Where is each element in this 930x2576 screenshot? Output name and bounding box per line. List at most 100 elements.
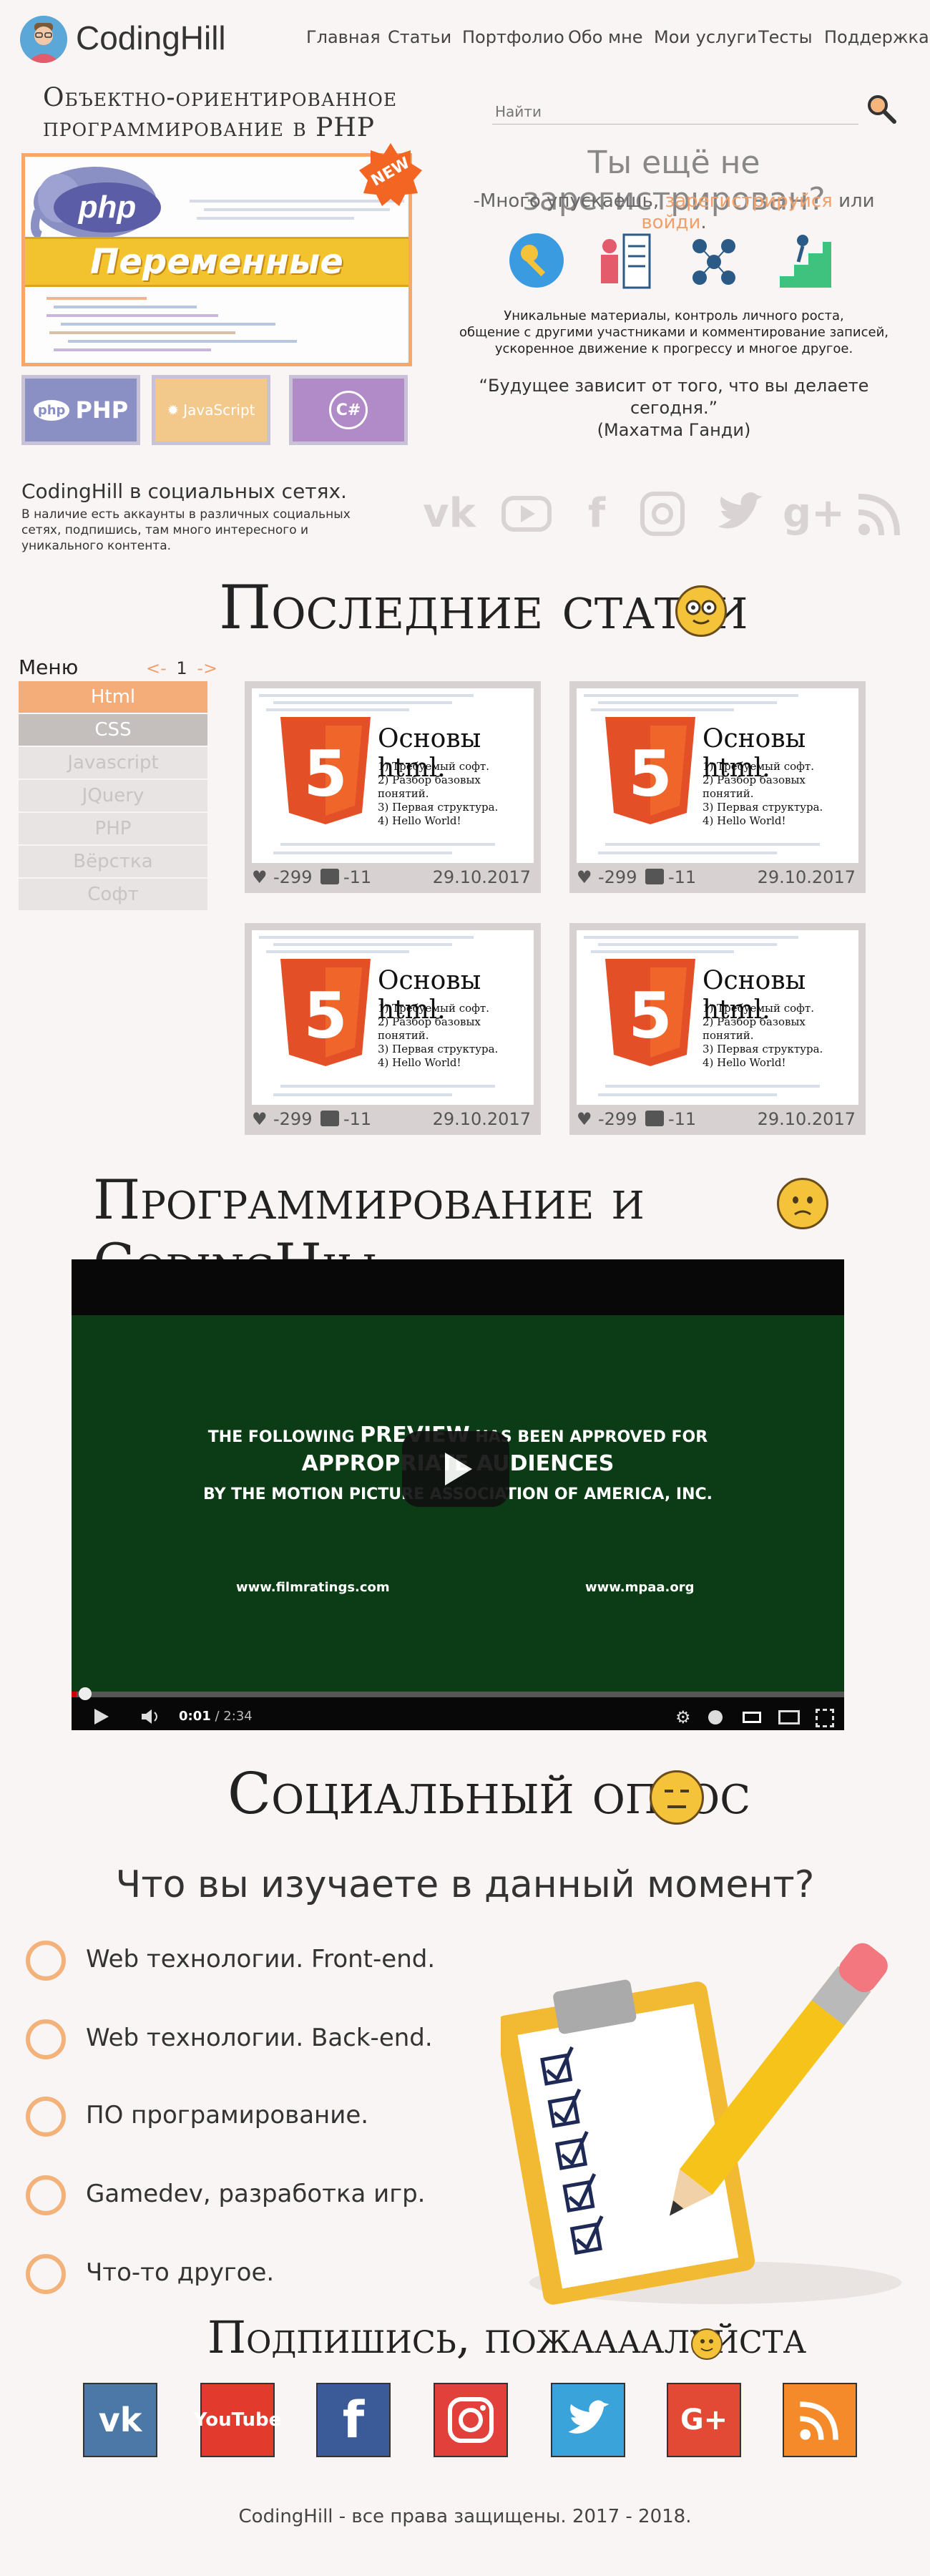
video-url-left: www.filmratings.com [236,1580,390,1595]
svg-text:5: 5 [303,979,347,1053]
volume-icon[interactable] [140,1709,162,1724]
vk-icon[interactable]: vk [422,487,476,541]
lang-php-button[interactable]: php PHP [21,375,140,445]
poll-radio[interactable] [26,2097,66,2137]
vk-icon[interactable]: vk [83,2383,157,2457]
course-title-line2: программирование в PHP [43,113,375,142]
article-thumbnail: 5 Основы html. 1) Требуемый софт. 2) Разб… [577,930,858,1105]
comments-count: -11 [668,1109,697,1129]
seek-handle[interactable] [79,1687,92,1700]
google-plus-icon[interactable]: G+ [667,2383,741,2457]
worried-emoji-icon [777,1178,828,1229]
poll-radio[interactable] [26,2019,66,2059]
settings-gear-icon[interactable]: ⚙ [675,1707,691,1727]
menu-item-php[interactable]: PHP [19,813,207,844]
menu-item-jquery[interactable]: JQuery [19,780,207,811]
svg-text:5: 5 [628,979,672,1053]
fullscreen-icon[interactable] [816,1709,834,1727]
comment-icon[interactable] [645,869,664,884]
poll-radio[interactable] [26,1941,66,1981]
menu-item-software[interactable]: Софт [19,879,207,910]
comment-icon[interactable] [645,1111,664,1126]
article-card[interactable]: 5 Основы html. 1) Требуемый софт. 2) Разб… [245,923,541,1135]
poll-option-label[interactable]: Web технологии. Back-end. [86,2024,433,2052]
poll-option-label[interactable]: Gamedev, разработка игр. [86,2180,425,2208]
article-date: 29.10.2017 [757,1109,856,1129]
nav-services[interactable]: Мои услуги [654,27,757,47]
article-thumbnail: 5 Основы html. 1) Требуемый софт. 2) Разб… [252,930,534,1105]
facebook-icon[interactable]: f [569,487,624,541]
poll-radio[interactable] [26,2254,66,2294]
miniplayer-icon[interactable] [743,1712,761,1723]
nav-about[interactable]: Обо мне [568,27,643,47]
register-link[interactable]: зарегистрируйся [665,190,832,212]
video-player[interactable]: THE FOLLOWING PREVIEW HAS BEEN APPROVED … [72,1259,844,1730]
svg-text:5: 5 [628,737,672,811]
article-meta: ♥ -299 -11 29.10.2017 [252,1108,534,1131]
html5-logo-icon: 5 [280,717,371,824]
facebook-icon[interactable]: f [316,2383,391,2457]
article-card[interactable]: 5 Основы html. 1) Требуемый софт. 2) Разб… [569,681,866,893]
progress-stairs-icon [777,230,834,291]
lang-js-button[interactable]: ✹ JavaScript [152,375,270,445]
youtube-icon[interactable] [499,487,554,541]
clipboard-pencil-illustration [495,1939,909,2311]
video-url-right: www.mpaa.org [585,1580,695,1595]
heart-icon[interactable]: ♥ [252,1109,268,1129]
php-small-icon: php [33,399,70,421]
menu-pager: <- 1 -> [146,658,217,678]
menu-item-javascript[interactable]: Javascript [19,747,207,779]
neutral-emoji-icon [650,1770,704,1825]
quote: “Будущее зависит от того, что вы делаете… [438,375,910,441]
youtube-icon[interactable]: YouTube [194,2383,281,2457]
instagram-icon[interactable] [434,2383,508,2457]
pager-next[interactable]: -> [197,658,217,678]
nav-tests[interactable]: Тесты [758,27,813,47]
rss-icon[interactable] [853,487,907,541]
comment-icon[interactable] [320,1111,339,1126]
social-title: CodingHill в социальных сетях. [21,479,347,503]
poll-option-label[interactable]: Что-то другое. [86,2258,274,2287]
nav-articles[interactable]: Статьи [388,27,451,47]
search-icon[interactable] [864,92,899,126]
poll-radio[interactable] [26,2175,66,2215]
google-plus-icon[interactable]: g+ [783,487,845,541]
play-icon[interactable] [94,1709,109,1724]
heart-icon[interactable]: ♥ [252,867,268,887]
nav-support[interactable]: Поддержка [824,27,929,47]
heart-icon[interactable]: ♥ [577,867,592,887]
menu-item-html[interactable]: Html [19,681,207,713]
nav-portfolio[interactable]: Портфолио [462,27,564,47]
menu-item-css[interactable]: CSS [19,714,207,746]
heart-icon[interactable]: ♥ [577,1109,592,1129]
logo-avatar-icon[interactable] [20,16,67,63]
site-header: CodingHill Главная Статьи Портфолио Обо … [0,0,930,79]
play-button[interactable] [402,1431,509,1507]
article-card[interactable]: 5 Основы html. 1) Требуемый софт. 2) Разб… [245,681,541,893]
js-gear-icon: ✹ [167,401,180,419]
poll-option-label[interactable]: Web технологии. Front-end. [86,1945,435,1974]
menu-item-layout[interactable]: Вёрстка [19,846,207,877]
register-sub-prefix: -Много упускаешь, [473,190,660,212]
nav-home[interactable]: Главная [306,27,381,47]
video-seekbar[interactable] [72,1692,844,1697]
likes-count: -299 [598,1109,637,1129]
twitter-icon[interactable] [551,2383,625,2457]
php-logo: php [54,182,161,233]
search-input[interactable] [492,99,858,125]
theater-icon[interactable] [778,1710,800,1724]
course-banner[interactable]: php Переменные [21,153,412,366]
site-logo[interactable]: CodingHill [76,19,226,57]
quote-author: (Махатма Ганди) [597,420,751,440]
pager-prev[interactable]: <- [146,658,167,678]
lang-csharp-button[interactable]: C# [289,375,408,445]
rss-icon[interactable] [783,2383,857,2457]
article-card[interactable]: 5 Основы html. 1) Требуемый софт. 2) Разб… [569,923,866,1135]
instagram-icon[interactable] [635,487,690,541]
twitter-icon[interactable] [713,487,767,541]
comment-icon[interactable] [320,869,339,884]
info-icon[interactable] [708,1710,723,1724]
poll-option-label[interactable]: ПО програмирование. [86,2101,368,2129]
footer-text: CodingHill - все права защищены. 2017 - … [238,2506,692,2527]
html5-logo-icon: 5 [605,717,695,824]
